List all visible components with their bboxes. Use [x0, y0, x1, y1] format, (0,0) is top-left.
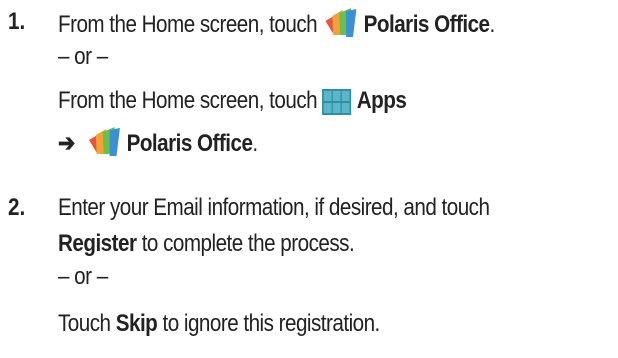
step-2-line-4-text: Touch: [58, 310, 116, 337]
step-1-line-1: From the Home screen, touch Polaris Offi…: [58, 7, 495, 47]
step-1-line-4-bold: Polaris Office: [126, 130, 253, 157]
instruction-document: 1. From the Home screen, touch Polaris O…: [0, 0, 618, 358]
step-2-number: 2.: [8, 194, 26, 221]
step-1-line-1-bold: Polaris Office: [363, 11, 490, 38]
step-2-line-4: Touch Skip to ignore this registration.: [58, 309, 380, 339]
step-1-line-4: ➔ Polaris Office.: [58, 126, 258, 166]
step-1-line-3: From the Home screen, touch Apps: [58, 86, 407, 123]
step-1-line-3-bold: Apps: [356, 87, 407, 114]
arrow-right-icon: ➔: [58, 130, 75, 157]
apps-grid-icon: [322, 89, 352, 123]
step-2-line-2-bold: Register: [58, 230, 137, 257]
polaris-office-icon: [85, 126, 121, 166]
step-1-line-1-tail: .: [489, 11, 496, 38]
step-2-line-2-tail: to complete the process.: [136, 230, 355, 257]
step-2-line-1: Enter your Email information, if desired…: [58, 194, 490, 221]
step-1-or: – or –: [58, 43, 108, 70]
step-1-line-4-tail: .: [252, 130, 258, 157]
polaris-office-icon: [322, 7, 358, 47]
step-1-line-1-text: From the Home screen, touch: [58, 11, 323, 38]
step-1-line-3-text: From the Home screen, touch: [58, 87, 323, 114]
step-2-or: – or –: [58, 263, 108, 290]
step-2-line-4-bold: Skip: [115, 310, 158, 337]
step-1-number: 1.: [8, 8, 26, 35]
step-2-line-4-tail: to ignore this registration.: [157, 310, 380, 337]
step-2-line-2: Register to complete the process.: [58, 229, 355, 259]
